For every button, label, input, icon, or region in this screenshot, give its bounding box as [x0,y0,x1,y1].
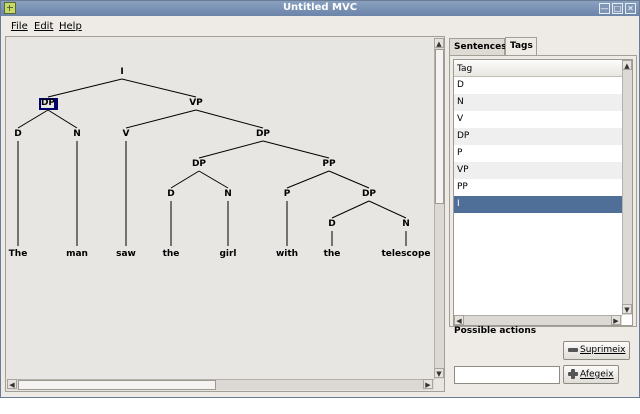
scroll-right-icon[interactable]: ▶ [423,379,433,389]
tree-word[interactable]: man [66,249,88,259]
edge-PP-DP [328,170,370,189]
tree-edges [17,78,407,246]
tag-row-V[interactable]: V [454,111,622,128]
scroll-left-icon[interactable]: ◀ [454,315,464,325]
possible-actions-label: Possible actions [454,326,537,336]
edge-DP-PP [262,140,330,159]
tree-node-D-subject[interactable]: D [14,129,21,139]
tag-list-horizontal-scrollbar[interactable]: ◀ ▶ [454,315,622,325]
tree-node-N-subject[interactable]: N [73,129,81,139]
tree-word[interactable]: the [324,249,341,259]
tags-panel: Tag D N V DP P VP PP I ▲ ▼ ◀ ▶ [449,55,637,327]
add-tag-button[interactable]: Afegeix [563,365,619,384]
tree-node-PP[interactable]: PP [322,159,335,169]
window-title: Untitled MVC [282,2,358,13]
edge-I-DP [47,78,123,98]
tree-node-P[interactable]: P [284,189,291,199]
menu-edit[interactable]: Edit [34,21,53,32]
tag-list-vertical-scrollbar[interactable]: ▲ ▼ [622,60,632,315]
menu-file[interactable]: File [11,21,28,32]
edge-VP-V [125,109,197,129]
scroll-right-icon[interactable]: ▶ [611,315,621,325]
edge-DP-DP [198,140,264,159]
tag-row-D[interactable]: D [454,77,622,94]
tree-word[interactable]: The [9,249,28,259]
menu-bar: File Edit Help [1,17,639,35]
canvas-vertical-scrollbar[interactable]: ▲ ▼ [434,38,444,379]
tag-column-header[interactable]: Tag [454,60,622,77]
tag-list[interactable]: Tag D N V DP P VP PP I ▲ ▼ ◀ ▶ [453,59,633,326]
canvas-horizontal-scrollbar[interactable]: ◀ ▶ [7,379,434,390]
plus-icon [568,369,578,379]
edge-I-VP [121,78,197,98]
menu-help-label: Help [59,21,82,32]
tree-node-I[interactable]: I [120,67,123,77]
edge-DP-D [17,109,49,129]
tree-node-DP-object[interactable]: DP [256,129,270,139]
edge-DP-N [47,109,78,129]
tab-tags[interactable]: Tags [505,37,537,56]
remove-tag-button-label: Suprimeix [580,345,626,355]
tree-node-DP-subject[interactable]: DP [41,98,55,108]
scroll-down-icon[interactable]: ▼ [622,304,632,314]
scroll-down-icon[interactable]: ▼ [434,368,444,378]
remove-tag-button[interactable]: Suprimeix [563,341,631,360]
tree-node-DP-pp[interactable]: DP [362,189,376,199]
tree-node-D-object[interactable]: D [167,189,174,199]
edge-PP-P [286,170,330,189]
title-bar[interactable]: Untitled MVC — □ ✕ [1,1,639,16]
scroll-up-icon[interactable]: ▲ [622,60,632,70]
tree-node-VP[interactable]: VP [189,98,203,108]
edge-VP-DP [195,109,264,129]
minimize-icon[interactable]: — [599,3,610,14]
tree-node-D-pp[interactable]: D [328,219,335,229]
app-window: Untitled MVC — □ ✕ File Edit Help I DP V… [0,0,640,398]
new-tag-input[interactable] [454,366,560,384]
edge-DP-D2 [170,170,200,189]
close-icon[interactable]: ✕ [625,3,636,14]
menu-edit-label: Edit [34,21,54,32]
scroll-up-icon[interactable]: ▲ [434,38,444,48]
tree-word[interactable]: saw [116,249,136,259]
tree-node-N-pp[interactable]: N [402,219,410,229]
tree-word[interactable]: girl [219,249,236,259]
tag-row-P[interactable]: P [454,145,622,162]
tree-word[interactable]: telescope [381,249,430,259]
tree-canvas[interactable]: I DP VP D N V DP DP PP D N P DP D N The … [5,36,445,392]
tag-row-I[interactable]: I [454,196,622,213]
tab-sentences[interactable]: Sentences [449,38,507,55]
menu-file-label: File [11,21,28,32]
edge-DP-D3 [331,200,370,219]
tree-node-DP-inner[interactable]: DP [192,159,206,169]
tag-row-DP[interactable]: DP [454,128,622,145]
tree-word[interactable]: with [276,249,298,259]
edge-DP-N3 [368,200,407,219]
maximize-icon[interactable]: □ [612,3,623,14]
add-tag-button-label: Afegeix [580,369,614,380]
tag-row-VP[interactable]: VP [454,162,622,179]
edge-DP-N2 [198,170,229,189]
tree-word[interactable]: the [163,249,180,259]
tab-sentences-label: Sentences [454,42,507,52]
side-tabs: Sentences Tags [449,37,637,56]
scroll-left-icon[interactable]: ◀ [7,379,17,389]
canvas-vscroll-thumb[interactable] [435,49,444,204]
tree-node-N-object[interactable]: N [224,189,232,199]
tag-row-PP[interactable]: PP [454,179,622,196]
tab-tags-label: Tags [510,41,533,51]
tag-row-N[interactable]: N [454,94,622,111]
tree-node-V[interactable]: V [123,129,130,139]
menu-help[interactable]: Help [59,21,82,32]
minus-icon [568,347,578,352]
canvas-hscroll-thumb[interactable] [18,380,216,390]
